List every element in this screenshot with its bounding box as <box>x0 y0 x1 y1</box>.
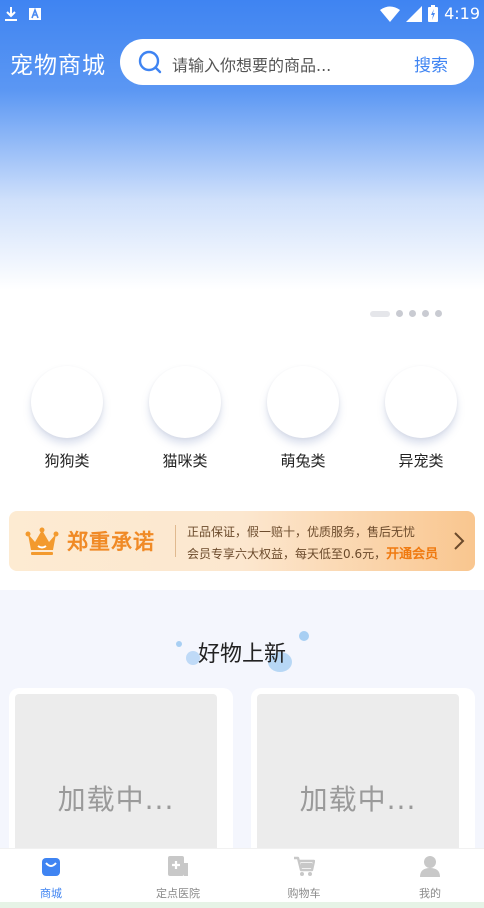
loading-text: 加载中... <box>299 783 417 816</box>
search-button[interactable]: 搜索 <box>414 51 448 76</box>
category-label: 萌兔类 <box>280 452 326 470</box>
category-image <box>149 366 221 438</box>
loading-text: 加载中... <box>57 783 175 816</box>
cart-icon <box>294 856 316 876</box>
tab-cart[interactable]: 购物车 <box>264 855 344 901</box>
download-icon <box>5 7 17 21</box>
hospital-icon <box>168 856 188 876</box>
wifi-icon <box>380 6 401 22</box>
promise-membership-text: 会员专享六大权益，每天低至0.6元，开通会员 <box>187 543 438 562</box>
category-image <box>267 366 339 438</box>
notification-a-icon <box>29 7 41 20</box>
shop-bag-icon <box>42 858 60 876</box>
category-label: 异宠类 <box>398 452 444 470</box>
section-title: 好物上新 <box>197 642 286 667</box>
tab-label: 购物车 <box>287 887 321 900</box>
header-banner: 4:19 宠物商城 请输入你想要的商品... 搜索 <box>0 0 484 290</box>
category-image <box>385 366 457 438</box>
app-title: 宠物商城 <box>10 53 106 79</box>
open-membership-link[interactable]: 开通会员 <box>386 547 438 562</box>
bottom-tab-bar: 商城 定点医院 购物车 我的 <box>0 848 484 902</box>
product-image-placeholder: 加载中... <box>257 694 459 858</box>
category-label: 狗狗类 <box>44 452 90 470</box>
promise-guarantee-text: 正品保证，假一赔十，优质服务，售后无忧 <box>187 525 416 539</box>
new-arrivals-section: 好物上新 加载中... 加载中... <box>0 590 484 858</box>
banner-dot[interactable] <box>409 310 416 317</box>
banner-dot[interactable] <box>396 310 403 317</box>
category-dogs[interactable]: 狗狗类 <box>27 366 107 471</box>
membership-benefit-text: 会员专享六大权益，每天低至0.6元， <box>187 547 387 561</box>
banner-pagination <box>370 310 442 317</box>
promise-title: 郑重承诺 <box>67 530 155 554</box>
chevron-right-icon <box>454 532 465 550</box>
category-rabbits[interactable]: 萌兔类 <box>263 366 343 471</box>
tab-shop[interactable]: 商城 <box>11 855 91 901</box>
tab-label: 我的 <box>419 887 441 900</box>
category-exotic[interactable]: 异宠类 <box>381 366 461 471</box>
status-bar: 4:19 <box>0 0 484 30</box>
bottom-strip <box>0 902 484 908</box>
category-label: 猫咪类 <box>162 452 208 470</box>
category-list: 狗狗类 猫咪类 萌兔类 异宠类 <box>0 366 484 476</box>
product-card[interactable]: 加载中... <box>9 688 233 858</box>
membership-promise-banner[interactable]: 郑重承诺 正品保证，假一赔十，优质服务，售后无忧 会员专享六大权益，每天低至0.… <box>9 511 475 571</box>
user-icon <box>420 856 440 877</box>
banner-dot[interactable] <box>370 310 390 317</box>
category-image <box>31 366 103 438</box>
search-icon <box>138 50 162 74</box>
tab-profile[interactable]: 我的 <box>390 855 470 901</box>
category-cats[interactable]: 猫咪类 <box>145 366 225 471</box>
search-input[interactable]: 请输入你想要的商品... <box>172 52 331 76</box>
banner-dot[interactable] <box>422 310 429 317</box>
product-card[interactable]: 加载中... <box>251 688 475 858</box>
crown-icon <box>25 527 59 555</box>
tab-label: 商城 <box>40 887 62 900</box>
battery-icon <box>428 5 439 22</box>
search-bar[interactable]: 请输入你想要的商品... 搜索 <box>120 39 474 85</box>
tab-label: 定点医院 <box>156 887 200 900</box>
status-time: 4:19 <box>444 4 480 23</box>
signal-icon <box>406 5 423 22</box>
tab-hospital[interactable]: 定点医院 <box>138 855 218 901</box>
banner-dot[interactable] <box>435 310 442 317</box>
product-image-placeholder: 加载中... <box>15 694 217 858</box>
divider <box>175 525 176 557</box>
